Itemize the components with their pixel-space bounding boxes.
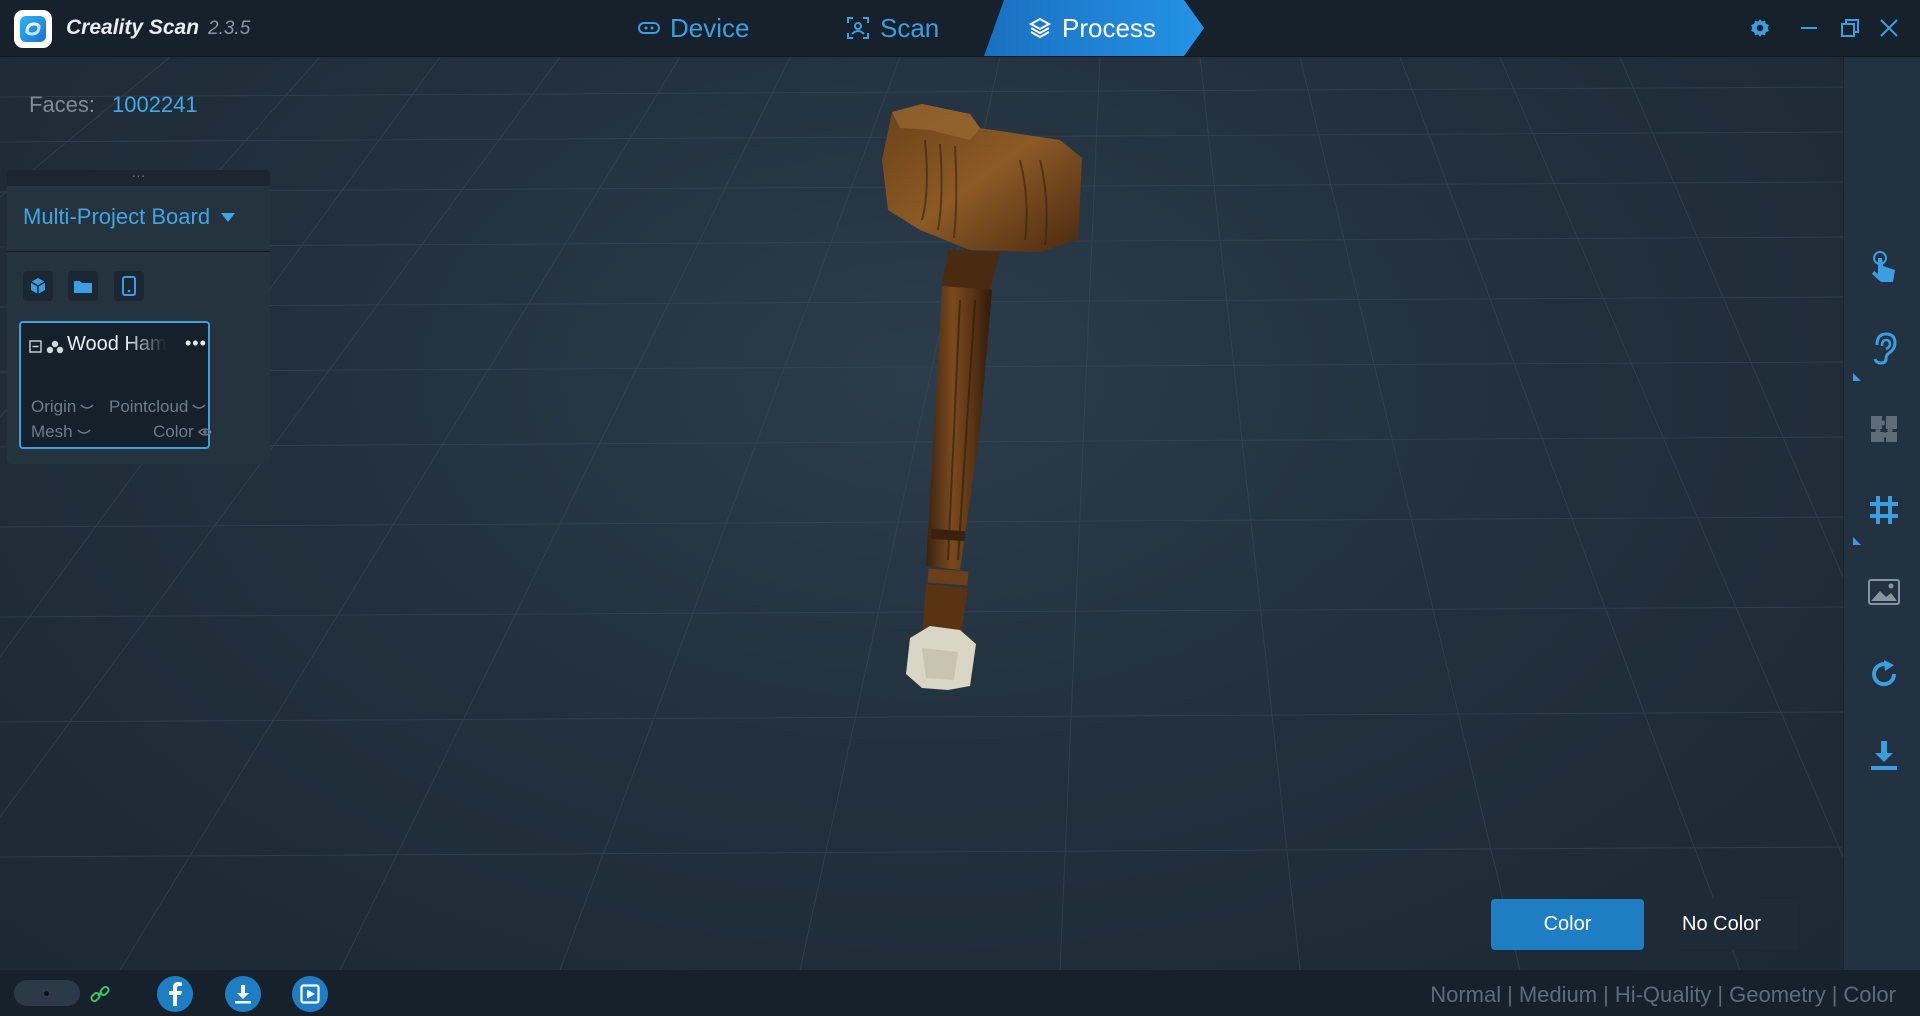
- download-app-button[interactable]: [225, 976, 261, 1012]
- download-icon: [235, 985, 251, 1004]
- ear-icon: [1873, 332, 1897, 365]
- project-group-icon: [47, 340, 64, 353]
- status-bar: Normal | Medium | Hi-Quality | Geometry …: [0, 970, 1920, 1016]
- collapse-icon[interactable]: [29, 340, 42, 353]
- no-color-mode-button[interactable]: No Color: [1645, 899, 1798, 950]
- project-panel: ··· Multi-Project Board Wood Ham ••• Ori…: [7, 168, 270, 464]
- tab-device-label: Device: [670, 12, 750, 43]
- project-card-icons: [29, 338, 64, 356]
- 3d-viewport[interactable]: [0, 57, 1843, 970]
- ear-tool[interactable]: [1864, 328, 1904, 368]
- puzzle-icon: [1871, 416, 1897, 442]
- layer-mesh-label: Mesh: [31, 422, 73, 441]
- close-icon: [1880, 19, 1898, 37]
- separator: |: [1603, 982, 1609, 1007]
- settings-icon: [1751, 18, 1769, 38]
- board-select-label: Multi-Project Board: [23, 204, 211, 229]
- texture-tool[interactable]: [1864, 572, 1904, 612]
- link-icon: [90, 985, 110, 1003]
- cube-icon: [30, 278, 46, 294]
- tab-device[interactable]: Device: [638, 0, 749, 56]
- quality-hi-quality[interactable]: Hi-Quality: [1615, 982, 1712, 1008]
- eye-closed-icon[interactable]: [77, 428, 91, 436]
- tutorial-video-button[interactable]: [292, 976, 328, 1012]
- download-icon: [1871, 741, 1897, 770]
- touch-tool[interactable]: [1864, 247, 1904, 287]
- mesh-tool[interactable]: [1864, 490, 1904, 530]
- separator: |: [1831, 982, 1838, 1007]
- tab-process[interactable]: Process: [984, 0, 1204, 56]
- layer-color[interactable]: Color: [153, 422, 212, 442]
- project-card[interactable]: Wood Hammer ••• Origin Pointcloud Mesh C…: [19, 321, 212, 449]
- quality-normal[interactable]: Normal: [1430, 982, 1501, 1008]
- app-logo: [14, 10, 52, 48]
- phone-icon: [122, 276, 136, 296]
- title-bar: Creality Scan 2.3.5 Device Scan Process: [0, 0, 1920, 57]
- quality-geometry[interactable]: Geometry: [1729, 982, 1826, 1008]
- merge-tool[interactable]: [1864, 409, 1904, 449]
- layer-mesh[interactable]: Mesh: [31, 422, 91, 442]
- grid-icon: [1870, 496, 1898, 524]
- quality-selector: Normal | Medium | Hi-Quality | Geometry …: [1430, 982, 1896, 1008]
- tab-scan-label: Scan: [880, 12, 940, 43]
- panel-divider: [7, 251, 270, 252]
- image-icon: [1868, 579, 1900, 605]
- model-button[interactable]: [23, 271, 53, 301]
- project-name: Wood Hammer: [67, 333, 167, 355]
- faces-label: Faces:: [29, 92, 96, 117]
- tab-scan[interactable]: Scan: [846, 0, 939, 56]
- layer-pointcloud[interactable]: Pointcloud: [109, 397, 206, 417]
- settings-button[interactable]: [1746, 14, 1774, 42]
- minimize-button[interactable]: [1795, 14, 1823, 42]
- folder-icon: [74, 281, 92, 293]
- separator: |: [1507, 982, 1513, 1007]
- scan-icon: [847, 17, 869, 39]
- rotate-icon: [1872, 660, 1897, 687]
- tab-process-label: Process: [1062, 12, 1156, 43]
- more-options-icon[interactable]: •••: [185, 333, 207, 354]
- faces-count: 1002241: [112, 92, 198, 117]
- hammer-model[interactable]: [830, 100, 1100, 725]
- touch-icon: [1872, 251, 1895, 282]
- layer-origin[interactable]: Origin: [31, 397, 94, 417]
- facebook-button[interactable]: [157, 976, 193, 1012]
- eye-open-icon[interactable]: [197, 427, 212, 437]
- layer-pointcloud-label: Pointcloud: [109, 397, 189, 416]
- layer-origin-label: Origin: [31, 397, 77, 416]
- video-icon: [300, 984, 320, 1004]
- layer-color-label: Color: [153, 422, 194, 441]
- submenu-indicator: [1853, 373, 1861, 381]
- submenu-indicator: [1853, 537, 1861, 545]
- board-select[interactable]: Multi-Project Board: [23, 204, 236, 230]
- layers-icon: [1028, 17, 1052, 39]
- reset-view-tool[interactable]: [1864, 654, 1904, 694]
- export-tool[interactable]: [1864, 735, 1904, 775]
- panel-drag-handle[interactable]: ···: [7, 168, 270, 186]
- eye-closed-icon[interactable]: [192, 403, 206, 411]
- close-button[interactable]: [1875, 14, 1903, 42]
- quality-medium[interactable]: Medium: [1519, 982, 1597, 1008]
- separator: |: [1717, 982, 1724, 1007]
- app-version: 2.3.5: [208, 18, 251, 39]
- quality-color[interactable]: Color: [1843, 982, 1896, 1008]
- open-folder-button[interactable]: [68, 271, 98, 301]
- eye-closed-icon[interactable]: [80, 403, 94, 411]
- app-name: Creality Scan: [66, 16, 200, 39]
- minimize-icon: [1801, 27, 1817, 29]
- phone-button[interactable]: [114, 271, 144, 301]
- device-icon: [638, 22, 660, 34]
- device-status-indicator: [14, 980, 80, 1006]
- color-mode-button[interactable]: Color: [1491, 899, 1644, 950]
- restore-button[interactable]: [1836, 14, 1864, 42]
- chevron-down-icon: [221, 213, 236, 222]
- right-toolbar: [1843, 57, 1920, 970]
- facebook-icon: [169, 982, 182, 1006]
- restore-icon: [1841, 19, 1859, 37]
